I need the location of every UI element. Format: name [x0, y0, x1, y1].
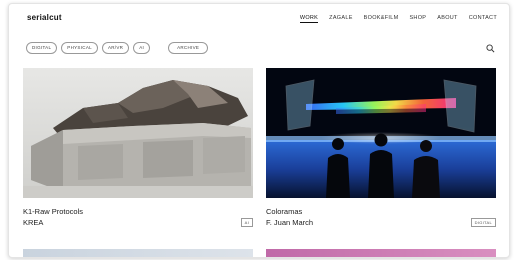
filter-chip-ai[interactable]: AI — [133, 42, 151, 54]
nav-item-zagale[interactable]: ZAGALE — [329, 15, 353, 23]
filter-chip-archive[interactable]: ARCHIVE — [168, 42, 209, 54]
project-tag[interactable]: AI — [240, 218, 253, 227]
filter-chip-physical[interactable]: PHYSICAL — [61, 42, 98, 54]
browser-viewport: serialcut WORK ZAGALE BOOK&FILM SHOP ABO… — [8, 3, 510, 258]
project-card-k1-raw-protocols[interactable]: K1-Raw Protocols KREA AI — [23, 68, 253, 227]
nav-item-shop[interactable]: SHOP — [409, 15, 426, 23]
filter-bar: DIGITAL PHYSICAL AR/VR AI ARCHIVE — [26, 42, 209, 54]
nav-item-about[interactable]: ABOUT — [437, 15, 457, 23]
project-title[interactable]: Coloramas — [266, 207, 302, 216]
nav-item-contact[interactable]: CONTACT — [469, 15, 497, 23]
project-thumbnail-partial[interactable] — [23, 249, 253, 257]
filter-chip-ar-vr[interactable]: AR/VR — [101, 42, 130, 54]
search-icon[interactable] — [486, 44, 495, 53]
project-thumbnail[interactable] — [266, 68, 496, 198]
project-author: F. Juan March — [266, 218, 314, 227]
project-title[interactable]: K1-Raw Protocols — [23, 207, 83, 216]
site-logo[interactable]: serialcut — [27, 13, 62, 22]
project-author: KREA — [23, 218, 44, 227]
filter-chip-digital[interactable]: DIGITAL — [26, 42, 58, 54]
main-nav: WORK ZAGALE BOOK&FILM SHOP ABOUT CONTACT — [299, 15, 497, 23]
project-card-coloramas[interactable]: Coloramas F. Juan March DIGITAL — [266, 68, 496, 227]
project-tag[interactable]: DIGITAL — [470, 218, 496, 227]
site-header: serialcut WORK ZAGALE BOOK&FILM SHOP ABO… — [9, 4, 509, 34]
project-thumbnail-partial[interactable] — [266, 249, 496, 257]
nav-item-book-film[interactable]: BOOK&FILM — [364, 15, 399, 23]
project-thumbnail[interactable] — [23, 68, 253, 198]
nav-item-work[interactable]: WORK — [299, 15, 319, 23]
